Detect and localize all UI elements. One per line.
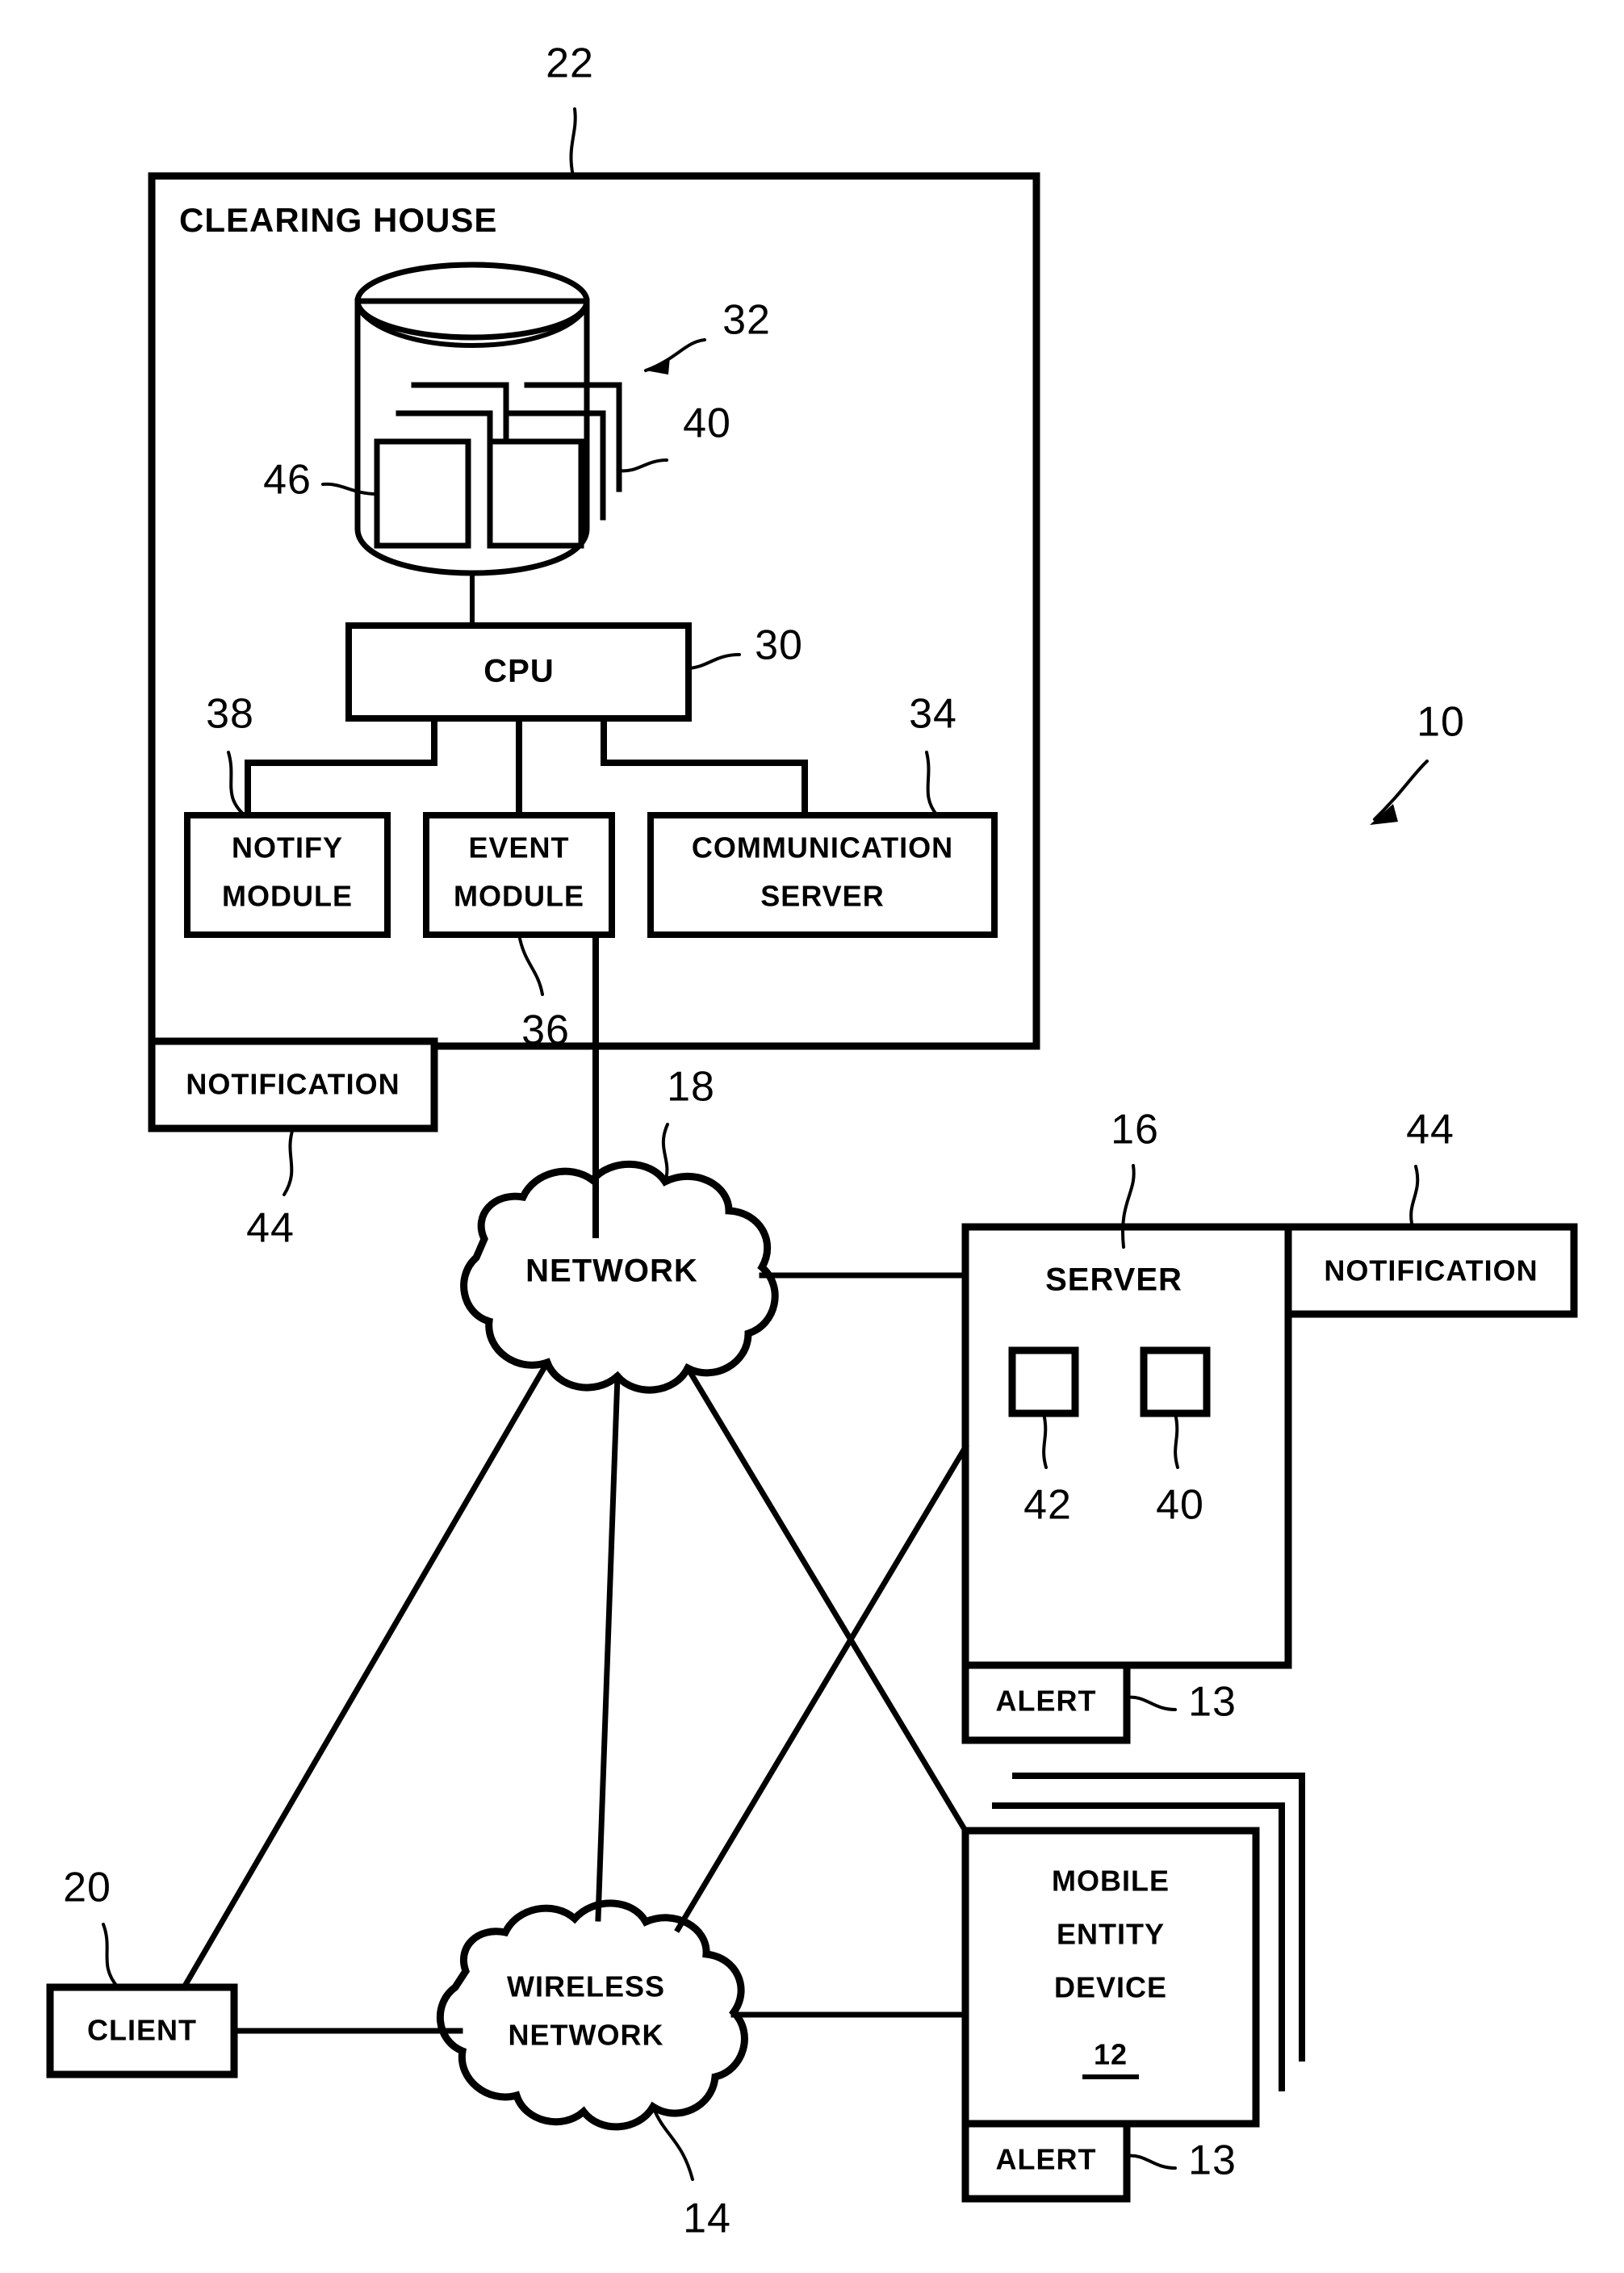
mobile-entity-device-label-1: MOBILE (1052, 1865, 1170, 1898)
ref-42: 42 (1023, 1482, 1072, 1529)
ref-38: 38 (206, 691, 254, 738)
event-module-label-2: MODULE (454, 880, 584, 913)
arrowhead-10 (1370, 804, 1398, 825)
ref-13-server: 13 (1188, 1679, 1237, 1726)
leader-42 (1042, 1412, 1048, 1469)
mobile-entity-device-label-3: DEVICE (1054, 1971, 1167, 2004)
ref-46: 46 (263, 457, 312, 504)
wireless-network-cloud: WIRELESS NETWORK (436, 1899, 748, 2131)
leader-13-mobile (1125, 2154, 1177, 2170)
server-notification-label: NOTIFICATION (1324, 1254, 1538, 1287)
ref-14: 14 (683, 2196, 731, 2242)
ref-34: 34 (909, 691, 957, 738)
leader-40-server (1174, 1412, 1179, 1469)
cpu-label: CPU (483, 654, 554, 689)
ref-36: 36 (521, 1007, 570, 1054)
network-wireless-link (595, 1373, 621, 1922)
ref-18: 18 (667, 1064, 715, 1111)
wireless-network-label-2: NETWORK (509, 2019, 664, 2052)
leader-44-left (283, 1127, 295, 1196)
ref-20: 20 (63, 1865, 111, 1911)
server-inner-box-40 (1140, 1346, 1211, 1417)
server-inner-box-42 (1008, 1346, 1079, 1417)
patent-figure: CLEARING HOUSE 22 46 40 32 CPU 30 NOTIFY… (46, 40, 1578, 2242)
communication-server-label-1: COMMUNICATION (692, 831, 953, 864)
wireless-network-label-1: WIRELESS (507, 1970, 665, 2003)
network-mobile-link (684, 1364, 969, 1835)
leader-10 (1373, 760, 1429, 821)
clearing-house-notification-label: NOTIFICATION (186, 1068, 400, 1101)
ref-13-mobile: 13 (1188, 2137, 1237, 2184)
network-client-link (180, 1358, 551, 1991)
server-wireless-link (674, 1443, 969, 1933)
ref-10: 10 (1417, 699, 1465, 746)
communication-server-label-2: SERVER (760, 880, 884, 913)
clearing-house-title: CLEARING HOUSE (179, 201, 497, 239)
ref-32: 32 (722, 297, 771, 344)
ref-40-db: 40 (683, 400, 731, 447)
ref-44-right: 44 (1406, 1107, 1454, 1153)
leader-18 (661, 1123, 669, 1183)
ref-30: 30 (755, 622, 803, 669)
network-cloud: NETWORK (460, 1160, 779, 1394)
server-alert-label: ALERT (996, 1685, 1097, 1718)
mobile-entity-device-ref-inline: 12 (1094, 2038, 1128, 2071)
leader-22 (569, 107, 577, 178)
leader-14 (651, 2105, 694, 2181)
leader-13-server (1125, 1695, 1177, 1711)
ref-16: 16 (1111, 1107, 1159, 1153)
ref-40-server: 40 (1156, 1482, 1204, 1529)
notify-module-label-1: NOTIFY (232, 831, 343, 864)
network-label: NETWORK (525, 1254, 698, 1289)
server-label: SERVER (1045, 1262, 1182, 1298)
event-module-label-1: EVENT (468, 831, 569, 864)
leader-20 (102, 1923, 119, 1989)
mobile-entity-device-label-2: ENTITY (1057, 1918, 1165, 1951)
notify-module-label-2: MODULE (222, 880, 353, 913)
mobile-alert-label: ALERT (996, 2143, 1097, 2176)
ref-44-left: 44 (246, 1205, 295, 1252)
ref-22: 22 (546, 40, 594, 87)
leader-44-right (1409, 1165, 1420, 1229)
client-label: CLIENT (87, 2014, 197, 2047)
